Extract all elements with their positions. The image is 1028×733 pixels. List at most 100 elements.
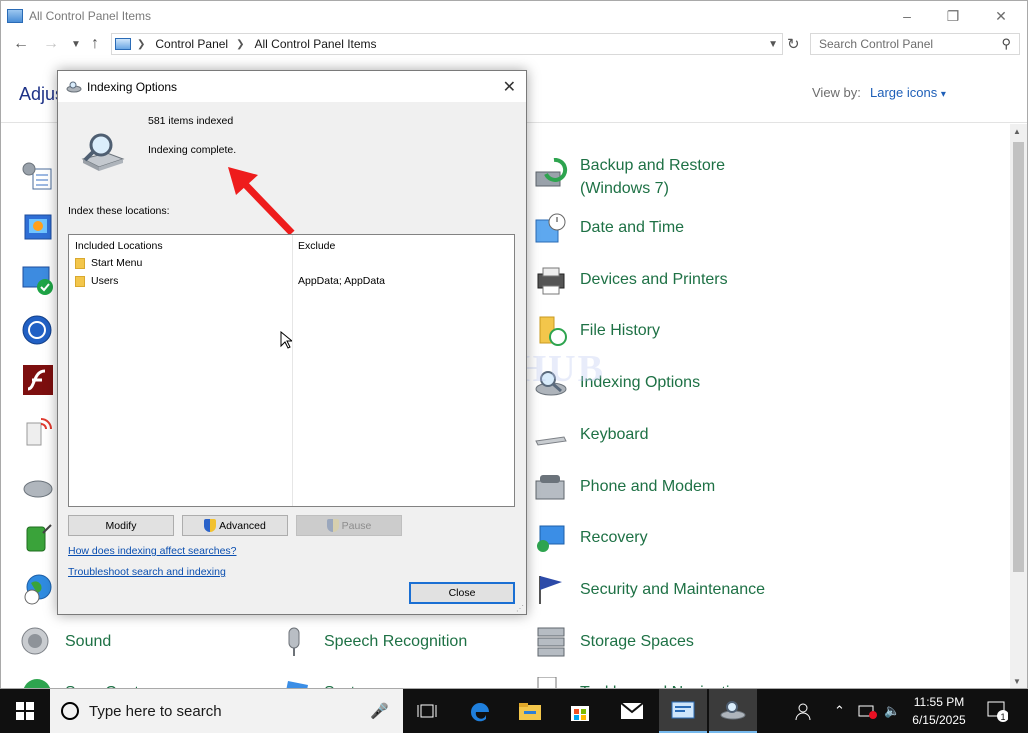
list-item[interactable]: Security and Maintenance bbox=[534, 574, 780, 606]
breadcrumb-separator-icon[interactable]: ❯ bbox=[137, 39, 145, 50]
list-item[interactable]: Taskbar and Navigation bbox=[534, 676, 780, 688]
recent-locations-chevron-icon[interactable]: ▼ bbox=[71, 39, 81, 50]
how-indexing-affects-link[interactable]: How does indexing affect searches? bbox=[68, 545, 237, 557]
internet-options-icon bbox=[21, 415, 55, 447]
close-window-button[interactable]: ✕ bbox=[978, 1, 1024, 31]
item-label: Recovery bbox=[580, 529, 648, 546]
vertical-scrollbar[interactable]: ▲ ▼ bbox=[1010, 124, 1027, 688]
address-dropdown-icon[interactable]: ▼ bbox=[768, 39, 778, 50]
item-label: Speech Recognition bbox=[324, 633, 468, 650]
admin-tools-icon bbox=[21, 159, 55, 191]
sync-center-icon bbox=[21, 677, 55, 688]
mail-icon[interactable] bbox=[608, 689, 656, 733]
list-item[interactable]: Recovery bbox=[534, 522, 780, 554]
windows-logo-icon bbox=[16, 702, 34, 720]
control-panel-taskbar-icon[interactable] bbox=[659, 689, 707, 733]
modify-button[interactable]: Modify bbox=[68, 515, 174, 536]
list-item[interactable]: Devices and Printers bbox=[534, 264, 780, 296]
list-item[interactable]: Backup and Restore (Windows 7) bbox=[534, 154, 780, 200]
phone-modem-icon bbox=[534, 471, 568, 503]
items-indexed-count: 581 items indexed bbox=[148, 115, 234, 127]
list-item[interactable]: Phone and Modem bbox=[534, 471, 780, 503]
show-hidden-icons-chevron-icon[interactable]: ⌃ bbox=[834, 689, 845, 733]
start-button[interactable] bbox=[0, 689, 50, 733]
ease-of-access-icon bbox=[21, 314, 55, 346]
uac-shield-icon bbox=[326, 519, 339, 532]
keyboard-icon bbox=[534, 419, 568, 451]
action-center-icon[interactable]: 1 bbox=[986, 689, 1008, 733]
location-row[interactable]: Start Menu bbox=[75, 257, 142, 269]
list-item[interactable]: Sound bbox=[21, 626, 265, 658]
file-explorer-icon[interactable] bbox=[506, 689, 554, 733]
list-item[interactable]: Speech Recognition bbox=[278, 626, 524, 658]
indexing-options-taskbar-icon[interactable] bbox=[709, 689, 757, 733]
resize-grip-icon[interactable]: ⋰ bbox=[516, 604, 524, 613]
power-options-icon bbox=[21, 521, 55, 553]
pause-label: Pause bbox=[341, 519, 372, 532]
task-view-icon[interactable] bbox=[403, 689, 451, 733]
list-item[interactable]: Storage Spaces bbox=[534, 626, 780, 658]
list-item[interactable]: Sync Cent bbox=[21, 677, 265, 688]
troubleshoot-link[interactable]: Troubleshoot search and indexing bbox=[68, 566, 226, 578]
address-bar[interactable]: ❯ Control Panel ❯ All Control Panel Item… bbox=[111, 33, 783, 55]
dialog-title-bar: Indexing Options ✕ bbox=[58, 71, 526, 102]
list-item[interactable]: System bbox=[278, 677, 524, 688]
close-icon[interactable]: ✕ bbox=[503, 77, 516, 97]
scrollbar-thumb[interactable] bbox=[1013, 142, 1024, 572]
file-history-icon bbox=[534, 315, 568, 347]
volume-icon[interactable]: 🔈 bbox=[884, 689, 900, 733]
item-label: Keyboard bbox=[580, 426, 649, 443]
pause-button[interactable]: Pause bbox=[296, 515, 402, 536]
microphone-icon[interactable]: 🎤 bbox=[370, 702, 389, 720]
forward-arrow-icon[interactable]: → bbox=[43, 35, 59, 53]
item-label: Devices and Printers bbox=[580, 271, 728, 288]
item-label: Phone and Modem bbox=[580, 478, 716, 495]
taskbar: Type here to search 🎤 ⌃ 🔈 11:55 PM 6/15/… bbox=[0, 689, 1028, 733]
up-arrow-icon[interactable]: ↑ bbox=[91, 35, 99, 53]
taskbar-clock[interactable]: 11:55 PM 6/15/2025 bbox=[900, 693, 978, 729]
scroll-down-icon[interactable]: ▼ bbox=[1013, 677, 1021, 686]
view-by-dropdown[interactable]: Large icons ▾ bbox=[870, 85, 946, 100]
flash-icon bbox=[21, 364, 55, 396]
column-divider bbox=[292, 235, 293, 506]
uac-shield-icon bbox=[204, 519, 217, 532]
item-label: File History bbox=[580, 322, 661, 339]
people-icon[interactable] bbox=[795, 689, 815, 733]
breadcrumb-control-panel[interactable]: Control Panel bbox=[155, 37, 228, 51]
index-locations-label: Index these locations: bbox=[68, 205, 170, 217]
location-exclude: AppData; AppData bbox=[298, 275, 385, 287]
back-arrow-icon[interactable]: ← bbox=[13, 35, 29, 53]
item-label: Taskbar and Navigation bbox=[580, 681, 780, 688]
folder-icon bbox=[75, 275, 85, 287]
item-label: Sound bbox=[65, 633, 112, 650]
refresh-icon[interactable]: ↻ bbox=[787, 35, 800, 53]
edge-browser-icon[interactable] bbox=[456, 689, 504, 733]
search-control-panel-input[interactable]: Search Control Panel ⚲ bbox=[810, 33, 1020, 55]
taskbar-navigation-icon bbox=[534, 676, 568, 688]
address-row: ← → ▼ ↑ ❯ Control Panel ❯ All Control Pa… bbox=[1, 31, 1027, 59]
network-disconnected-icon[interactable] bbox=[858, 689, 878, 733]
system-icon bbox=[278, 677, 312, 688]
taskbar-search-box[interactable]: Type here to search 🎤 bbox=[50, 689, 403, 733]
breadcrumb-separator-icon[interactable]: ❯ bbox=[236, 39, 244, 50]
maximize-button[interactable]: ❐ bbox=[930, 1, 976, 31]
region-icon bbox=[21, 573, 55, 605]
microphone-icon bbox=[278, 626, 312, 658]
locations-list[interactable]: Included Locations Exclude Start Menu Us… bbox=[68, 234, 515, 507]
scroll-up-icon[interactable]: ▲ bbox=[1013, 127, 1021, 136]
advanced-button[interactable]: Advanced bbox=[182, 515, 288, 536]
clock-date: 6/15/2025 bbox=[912, 713, 966, 727]
clock-time: 11:55 PM bbox=[913, 695, 965, 709]
search-icon[interactable]: ⚲ bbox=[1001, 36, 1011, 52]
location-row[interactable]: Users bbox=[75, 275, 118, 287]
list-item[interactable]: File History bbox=[534, 315, 780, 347]
view-by-label: View by: bbox=[812, 85, 861, 100]
close-button[interactable]: Close bbox=[409, 582, 515, 604]
taskbar-search-placeholder: Type here to search bbox=[89, 702, 222, 720]
list-item[interactable]: Date and Time bbox=[534, 212, 780, 244]
minimize-button[interactable]: – bbox=[884, 1, 930, 31]
breadcrumb-all-items[interactable]: All Control Panel Items bbox=[255, 37, 377, 51]
location-name: Start Menu bbox=[91, 257, 143, 269]
store-icon[interactable] bbox=[556, 689, 604, 733]
list-item[interactable]: Keyboard bbox=[534, 419, 780, 451]
